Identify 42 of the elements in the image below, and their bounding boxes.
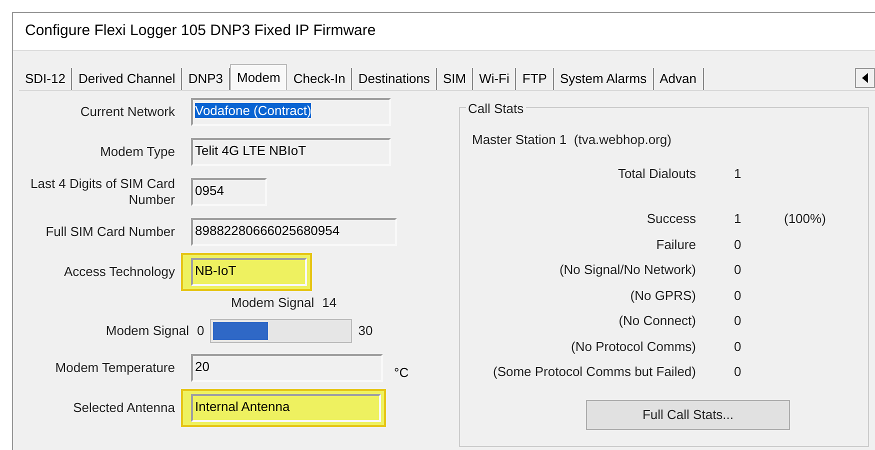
signal-value: 14 <box>322 294 337 312</box>
stat-label: (No Connect) <box>618 312 696 330</box>
station-label: Master Station 1 (tva.webhop.org) <box>472 131 672 149</box>
text-field[interactable]: 89882280666025680954 <box>191 218 397 246</box>
text-field[interactable]: 0954 <box>191 178 267 206</box>
text-field[interactable]: NB-IoT <box>191 258 307 286</box>
field-label: Selected Antenna <box>72 400 176 416</box>
stat-label: Failure <box>655 236 696 254</box>
text-field[interactable]: Internal Antenna <box>191 394 381 422</box>
meter-min: 0 <box>197 322 204 340</box>
signal-label: Modem Signal <box>231 294 314 312</box>
left-arrow-icon <box>862 73 868 83</box>
meter-max: 30 <box>358 322 373 340</box>
field-label: Modem Temperature <box>54 360 176 376</box>
stat-label: (Some Protocol Comms but Failed) <box>492 363 696 381</box>
field-label: Modem Signal <box>104 322 190 340</box>
stat-value: 0 <box>734 261 742 279</box>
field-label: Modem Type <box>99 144 176 160</box>
field-label: Full SIM Card Number <box>44 224 176 240</box>
stat-value: 0 <box>734 363 742 381</box>
stat-label: Success <box>646 210 696 228</box>
text-field[interactable]: Telit 4G LTE NBIoT <box>191 138 391 166</box>
text-field[interactable]: 20 <box>191 354 383 382</box>
stat-value: 0 <box>734 312 742 330</box>
stat-value: 1 <box>734 210 742 228</box>
stat-label: Total Dialouts <box>616 164 696 182</box>
stat-value: 1 <box>734 164 742 182</box>
text-field[interactable]: Vodafone (Contract) <box>191 98 391 126</box>
full-call-stats-button[interactable]: Full Call Stats... <box>586 400 790 430</box>
stat-value: 0 <box>734 286 742 304</box>
field-label: Current Network <box>79 104 176 120</box>
scroll-button[interactable] <box>855 68 875 88</box>
stat-label: (No Protocol Comms) <box>570 338 696 356</box>
field-label: Last 4 Digits of SIM Card Number <box>30 176 176 208</box>
stat-value: 0 <box>734 338 742 356</box>
stat-percent: (100%) <box>784 210 826 228</box>
stat-value: 0 <box>734 236 742 254</box>
stat-label: (No Signal/No Network) <box>558 261 696 279</box>
unit-label: °C <box>394 364 409 382</box>
field-label: Access Technology <box>62 264 176 280</box>
tab[interactable]: Modem <box>230 64 288 90</box>
stat-label: (No GPRS) <box>629 286 696 305</box>
